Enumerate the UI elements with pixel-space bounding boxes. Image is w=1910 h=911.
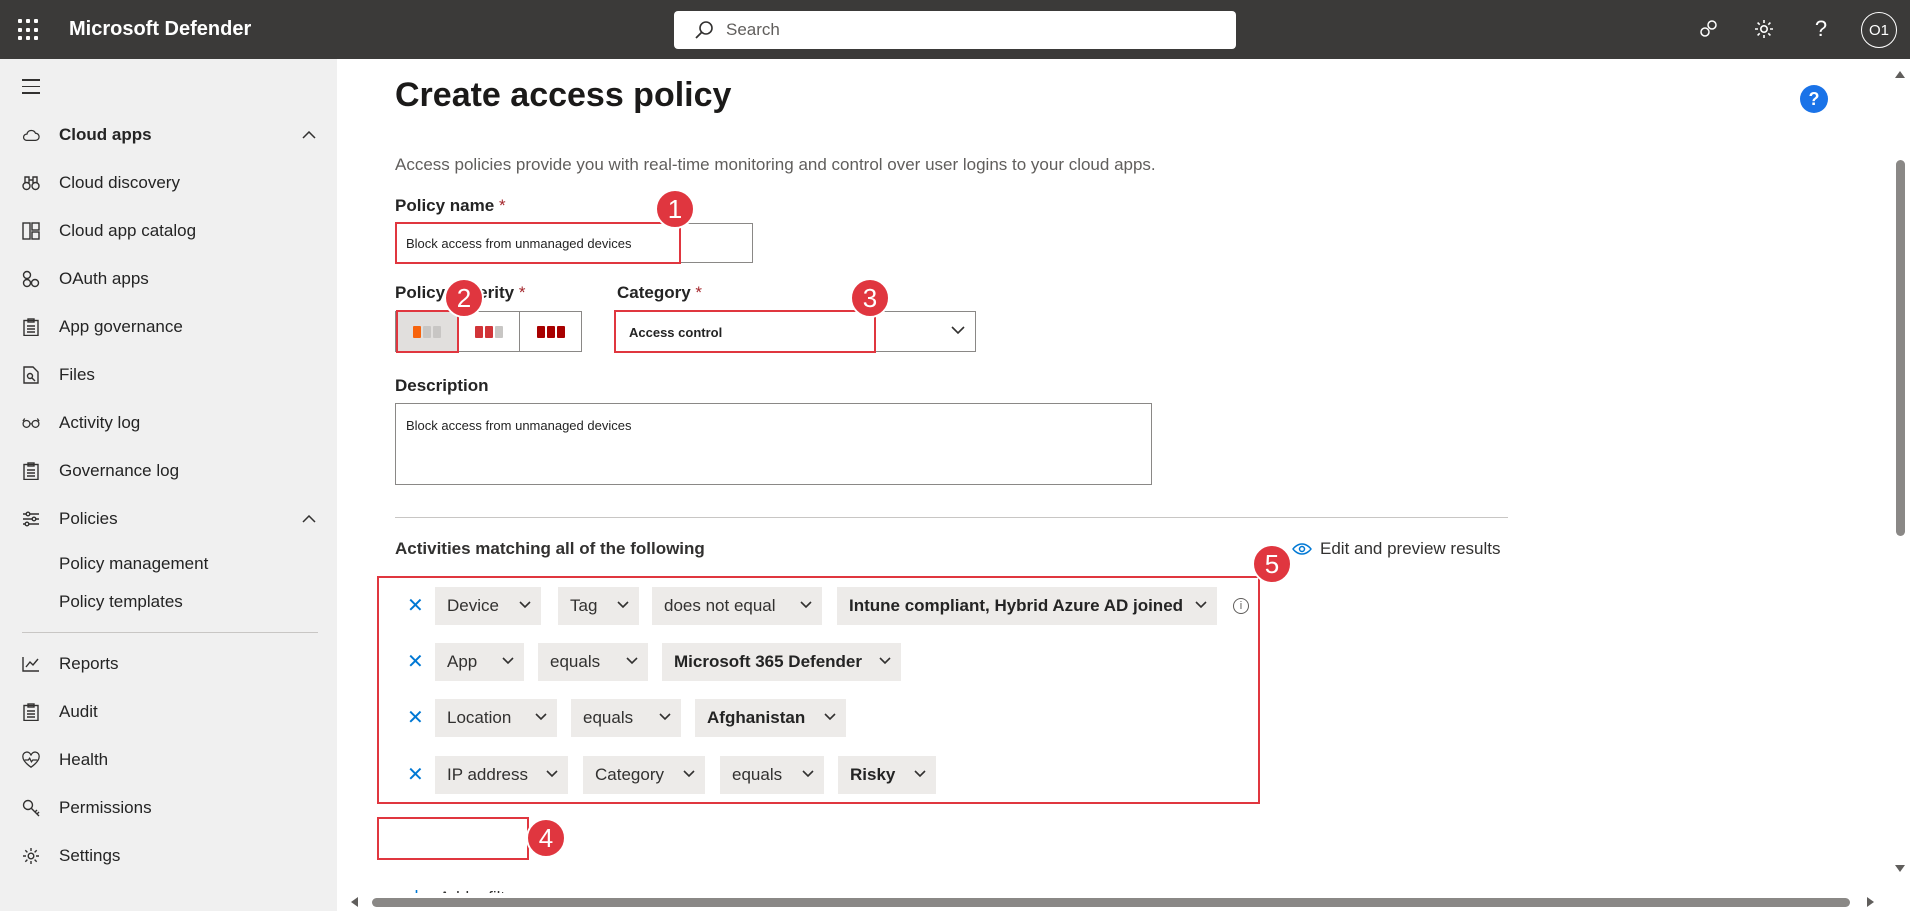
sidebar-subitem-policy-templates[interactable]: Policy templates	[59, 592, 183, 612]
eye-icon	[1292, 543, 1312, 555]
hamburger-menu-icon[interactable]	[22, 79, 40, 99]
search-icon	[695, 21, 713, 39]
sidebar-item-label: Health	[59, 750, 109, 769]
annotation-box-policy-name	[395, 222, 681, 264]
gear-icon	[22, 847, 40, 865]
main-content: Create access policy ? Access policies p…	[337, 59, 1910, 911]
severity-high-button[interactable]	[519, 311, 582, 352]
sidebar-item-cloud-discovery[interactable]: Cloud discovery	[0, 161, 337, 205]
sidebar-item-label: Files	[59, 365, 95, 384]
settings-gear-icon[interactable]	[1751, 16, 1777, 42]
binoculars-icon	[22, 174, 40, 192]
sidebar-item-policies[interactable]: Policies	[0, 497, 337, 541]
intro-text: Access policies provide you with real-ti…	[395, 155, 1156, 174]
search-placeholder[interactable]: Search	[726, 20, 780, 40]
required-mark: *	[518, 283, 526, 302]
app-title[interactable]: Microsoft Defender	[69, 18, 251, 41]
scroll-right-arrow-icon[interactable]	[1867, 897, 1874, 907]
sidebar-item-label: App governance	[59, 317, 183, 336]
sidebar-item-audit[interactable]: Audit	[0, 690, 337, 734]
annotation-box-filters	[377, 576, 1260, 804]
chevron-down-icon	[951, 326, 965, 335]
sidebar-item-label: Cloud discovery	[59, 173, 180, 192]
app-launcher-icon[interactable]	[18, 19, 40, 41]
oauth-icon	[22, 270, 40, 288]
catalog-icon	[22, 222, 40, 240]
clipboard-icon	[22, 462, 40, 480]
key-icon	[22, 799, 40, 817]
scroll-up-arrow-icon[interactable]	[1895, 71, 1905, 78]
scroll-down-arrow-icon[interactable]	[1895, 865, 1905, 872]
sidebar-item-cloud-apps[interactable]: Cloud apps	[0, 113, 337, 157]
annotation-badge: 3	[850, 278, 890, 318]
page-title: Create access policy	[395, 76, 732, 114]
sidebar: Cloud apps Cloud discovery Cloud app cat…	[0, 59, 337, 911]
sidebar-item-label: Cloud apps	[59, 125, 152, 144]
sidebar-divider	[22, 632, 318, 633]
edit-preview-label: Edit and preview results	[1320, 539, 1501, 558]
horizontal-scrollbar[interactable]	[337, 893, 1891, 911]
sidebar-item-label: Permissions	[59, 798, 152, 817]
section-divider	[395, 517, 1508, 518]
sidebar-item-label: Policies	[59, 509, 118, 528]
sidebar-item-label: Settings	[59, 846, 121, 865]
sidebar-item-label: Audit	[59, 702, 98, 721]
sidebar-item-governance-log[interactable]: Governance log	[0, 449, 337, 493]
category-label: Category *	[617, 283, 703, 302]
sidebar-item-label: Activity log	[59, 413, 141, 432]
sidebar-item-files[interactable]: Files	[0, 353, 337, 397]
required-mark: *	[498, 196, 506, 215]
chart-line-icon	[22, 655, 40, 673]
description-textarea[interactable]: Block access from unmanaged devices	[395, 403, 1152, 485]
chevron-up-icon[interactable]	[302, 131, 316, 139]
annotation-box-severity	[396, 310, 459, 353]
help-circle-icon[interactable]: ?	[1800, 85, 1828, 113]
clipboard-icon	[22, 703, 40, 721]
annotation-box-category	[614, 310, 876, 353]
sidebar-item-health[interactable]: Health	[0, 738, 337, 782]
avatar[interactable]: O1	[1861, 12, 1897, 48]
policy-name-label: Policy name *	[395, 196, 506, 215]
annotation-badge: 1	[655, 189, 695, 229]
sidebar-item-label: OAuth apps	[59, 269, 149, 288]
clipboard-icon	[22, 318, 40, 336]
chevron-up-icon[interactable]	[302, 515, 316, 523]
sidebar-item-label: Governance log	[59, 461, 180, 480]
sidebar-subitem-policy-management[interactable]: Policy management	[59, 554, 208, 574]
sidebar-item-reports[interactable]: Reports	[0, 642, 337, 686]
description-value: Block access from unmanaged devices	[406, 418, 632, 433]
sidebar-item-oauth-apps[interactable]: OAuth apps	[0, 257, 337, 301]
description-label: Description	[395, 376, 489, 395]
edit-preview-link[interactable]: Edit and preview results	[1292, 539, 1500, 559]
search-box[interactable]: Search	[674, 11, 1236, 49]
vertical-scrollbar[interactable]	[1891, 59, 1910, 911]
sidebar-item-label: Cloud app catalog	[59, 221, 197, 240]
annotation-badge: 2	[444, 278, 484, 318]
sidebar-item-app-governance[interactable]: App governance	[0, 305, 337, 349]
sidebar-item-activity-log[interactable]: Activity log	[0, 401, 337, 445]
file-search-icon	[22, 366, 40, 384]
top-bar: Microsoft Defender Search ? O1	[0, 0, 1910, 59]
sidebar-item-label: Reports	[59, 654, 119, 673]
community-icon[interactable]	[1695, 16, 1721, 42]
scroll-left-arrow-icon[interactable]	[351, 897, 358, 907]
annotation-badge: 5	[1252, 544, 1292, 584]
sidebar-item-cloud-app-catalog[interactable]: Cloud app catalog	[0, 209, 337, 253]
sidebar-item-permissions[interactable]: Permissions	[0, 786, 337, 830]
vertical-scroll-thumb[interactable]	[1896, 160, 1905, 536]
glasses-icon	[22, 414, 40, 432]
annotation-badge: 4	[526, 818, 566, 858]
sidebar-item-settings[interactable]: Settings	[0, 834, 337, 878]
cloud-icon	[22, 126, 40, 144]
horizontal-scroll-thumb[interactable]	[372, 898, 1850, 907]
annotation-box-add-filter	[377, 817, 529, 860]
sliders-icon	[22, 510, 40, 528]
required-mark: *	[695, 283, 703, 302]
activities-heading: Activities matching all of the following	[395, 539, 705, 558]
help-icon[interactable]: ?	[1808, 16, 1834, 42]
heart-pulse-icon	[22, 751, 40, 769]
